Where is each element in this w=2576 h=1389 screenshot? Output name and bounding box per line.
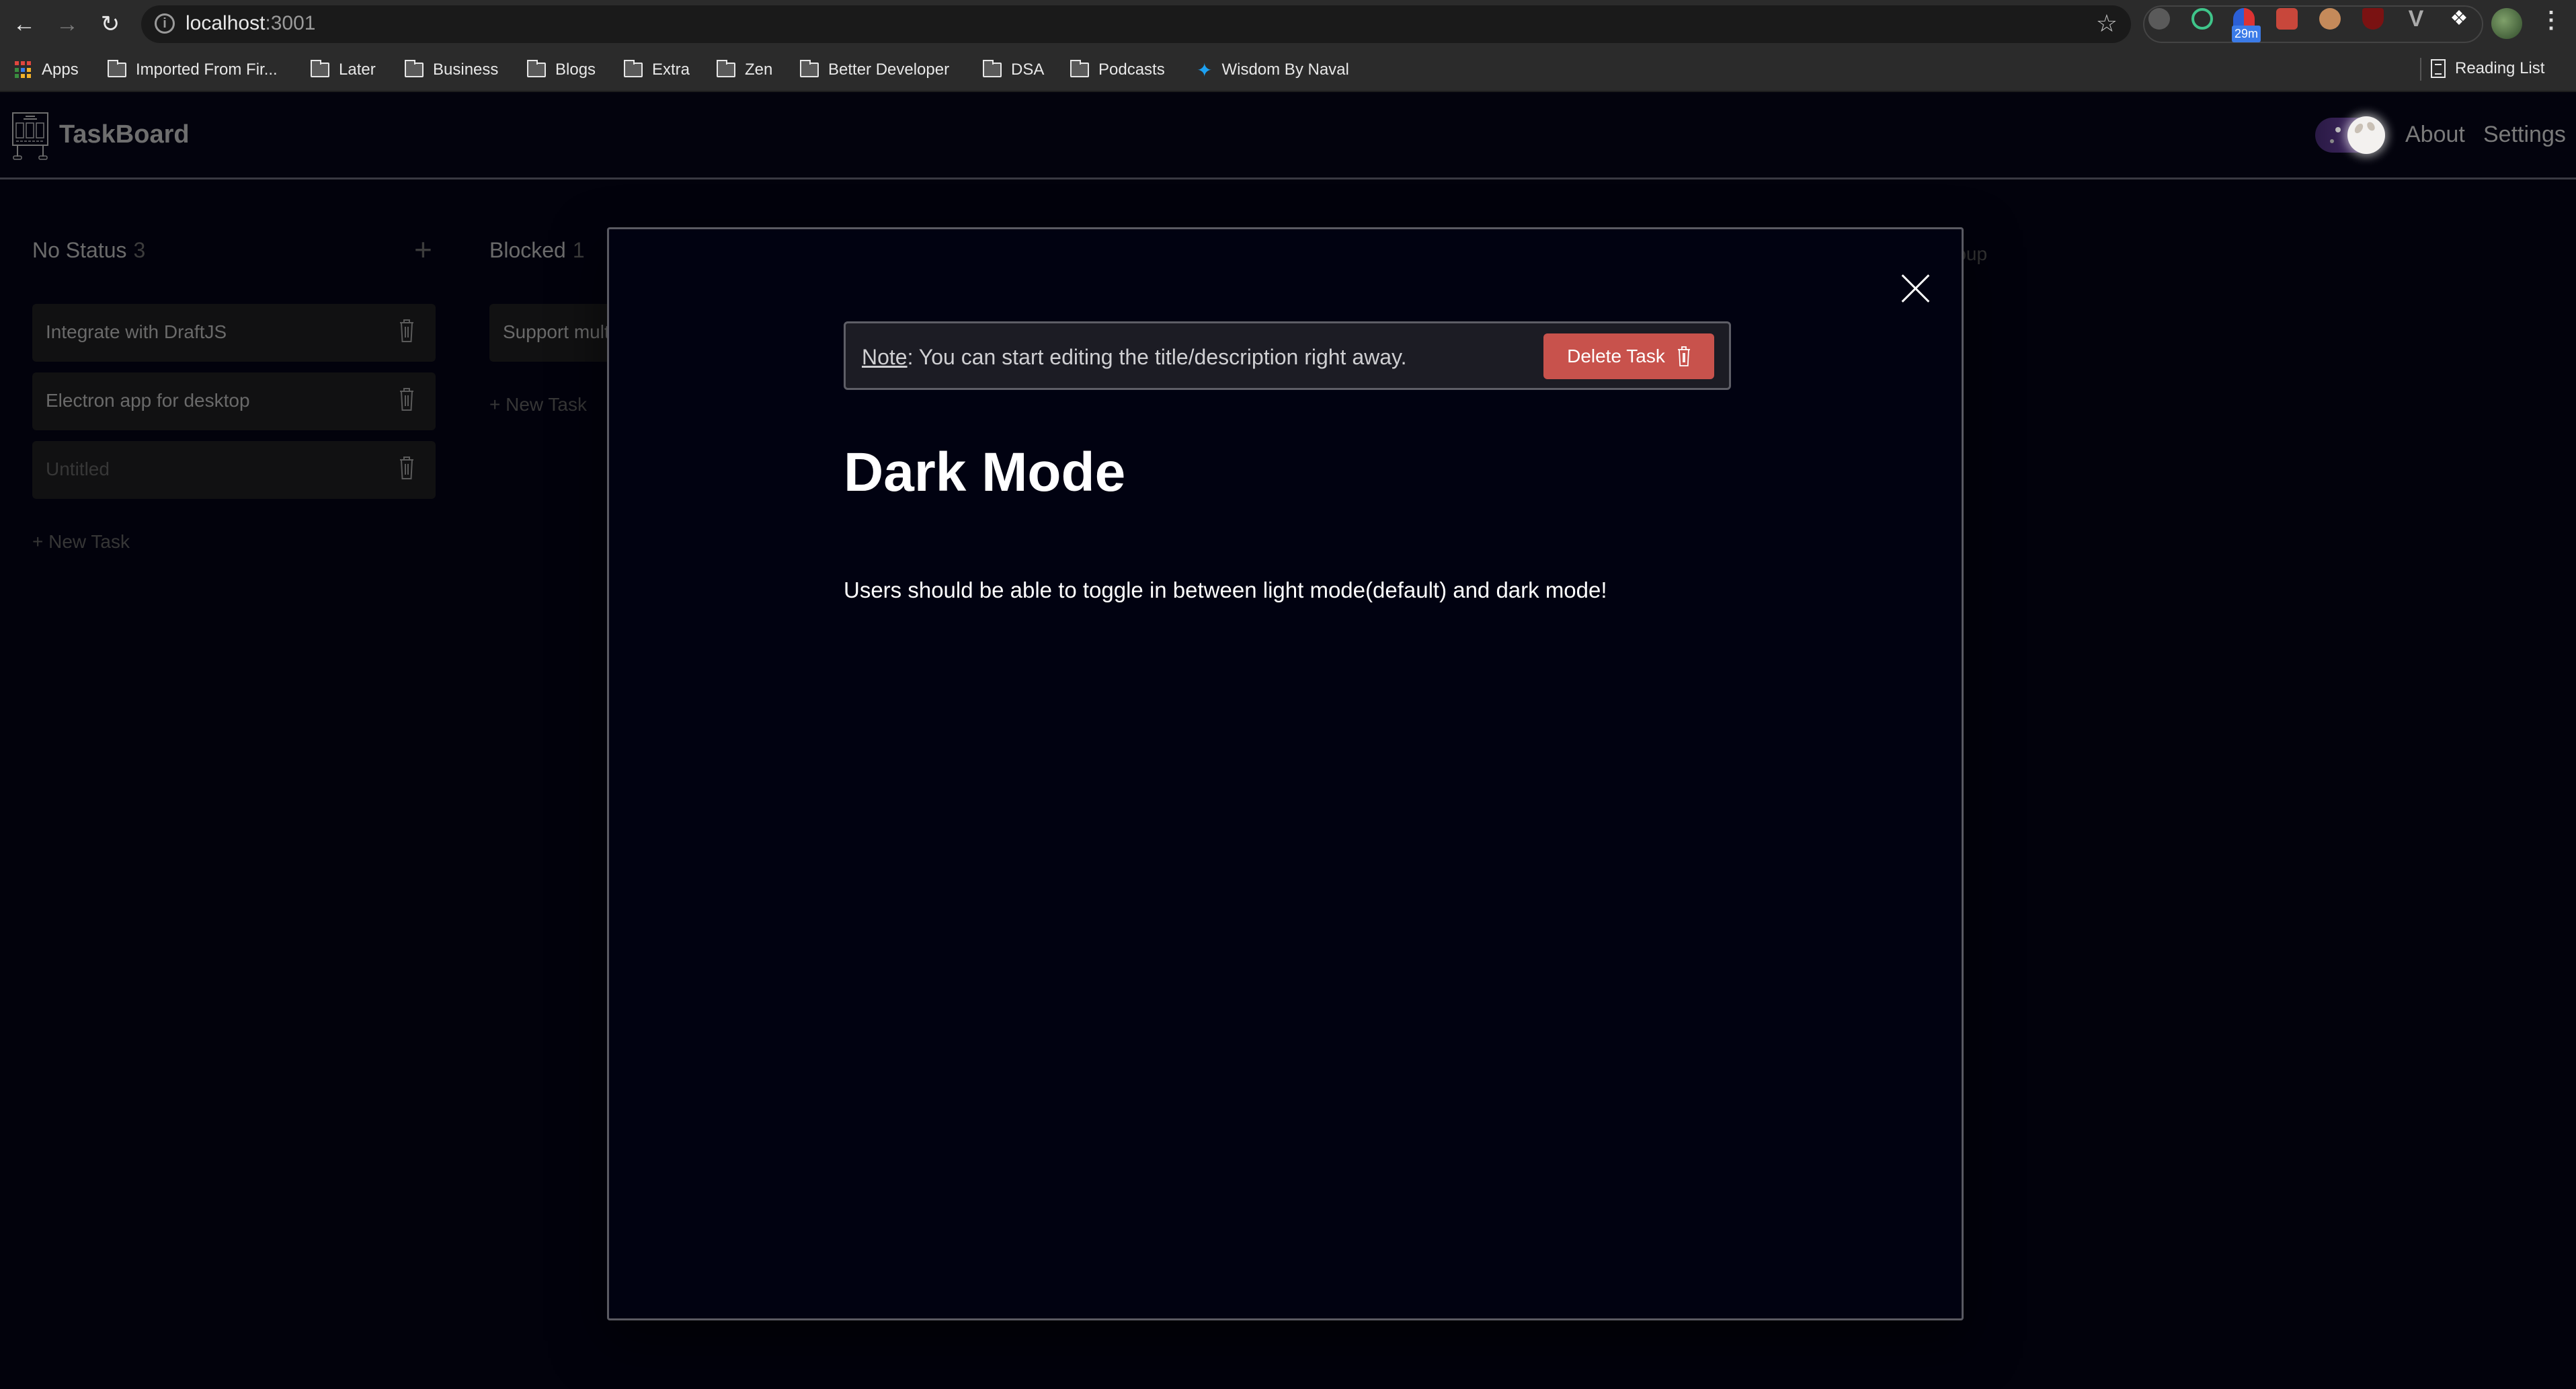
bookmarks-bar: Apps Imported From Fir... Later Business… xyxy=(0,47,2576,92)
bookmark-later[interactable]: Later xyxy=(311,59,376,81)
column-count: 1 xyxy=(572,238,585,262)
bookmark-imported[interactable]: Imported From Fir... xyxy=(108,59,278,81)
delete-task-button[interactable]: Delete Task xyxy=(1543,333,1714,379)
extensions-puzzle-icon[interactable]: ❖ xyxy=(2448,8,2470,30)
new-task-button[interactable]: + New Task xyxy=(489,394,587,415)
task-modal: Note: You can start editing the title/de… xyxy=(607,227,1964,1320)
task-title[interactable]: Dark Mode xyxy=(844,441,1125,504)
folder-icon xyxy=(1070,60,1089,77)
about-link[interactable]: About xyxy=(2405,122,2465,148)
note-text: : You can start editing the title/descri… xyxy=(907,345,1407,369)
folder-icon xyxy=(405,60,424,77)
bookmark-extra[interactable]: Extra xyxy=(624,59,690,81)
moon-icon xyxy=(2347,116,2385,154)
reload-button[interactable]: ↻ xyxy=(95,9,125,39)
brand-title[interactable]: TaskBoard xyxy=(59,120,190,149)
folder-icon xyxy=(108,60,126,77)
note-banner: Note: You can start editing the title/de… xyxy=(844,321,1731,390)
back-button[interactable]: ← xyxy=(9,9,39,39)
extension-face-icon[interactable] xyxy=(2319,8,2341,30)
task-card[interactable]: Integrate with DraftJS xyxy=(32,304,436,362)
bookmark-podcasts[interactable]: Podcasts xyxy=(1070,59,1165,81)
bookmark-better-developer[interactable]: Better Developer xyxy=(800,59,949,81)
bookmark-business[interactable]: Business xyxy=(405,59,498,81)
folder-icon xyxy=(717,60,735,77)
bookmark-star-icon[interactable]: ☆ xyxy=(2096,9,2118,38)
bookmark-apps[interactable]: Apps xyxy=(15,59,79,81)
folder-icon xyxy=(624,60,643,77)
reading-list-button[interactable]: Reading List xyxy=(2431,59,2544,78)
folder-icon xyxy=(983,60,1002,77)
trash-icon[interactable] xyxy=(399,387,415,411)
forward-button[interactable]: → xyxy=(52,9,82,39)
bookmark-blogs[interactable]: Blogs xyxy=(527,59,596,81)
reading-list-icon xyxy=(2431,59,2446,78)
trash-icon[interactable] xyxy=(399,456,415,480)
apps-grid-icon xyxy=(15,61,32,79)
profile-avatar[interactable] xyxy=(2491,8,2522,39)
bookmark-dsa[interactable]: DSA xyxy=(983,59,1044,81)
add-task-plus-button[interactable]: + xyxy=(414,234,432,265)
trash-icon[interactable] xyxy=(399,319,415,343)
settings-link[interactable]: Settings xyxy=(2483,122,2566,148)
bookmarks-divider xyxy=(2420,58,2421,81)
theme-toggle[interactable] xyxy=(2315,116,2385,154)
ublock-icon[interactable] xyxy=(2362,8,2384,30)
folder-icon xyxy=(527,60,546,77)
taskboard-logo-icon xyxy=(12,112,48,160)
note-label: Note xyxy=(862,345,908,369)
browser-toolbar: ← → ↻ i localhost:3001 ☆ 29m V ❖ ⋮ xyxy=(0,0,2576,47)
extension-react-icon[interactable] xyxy=(2276,8,2298,30)
url-text: localhost:3001 xyxy=(186,12,316,34)
folder-icon xyxy=(800,60,819,77)
twitter-bird-icon: ✦ xyxy=(1197,59,1213,81)
star-icon xyxy=(2330,139,2334,143)
bookmark-wisdom-by-naval[interactable]: ✦ Wisdom By Naval xyxy=(1197,59,1349,81)
site-info-icon[interactable]: i xyxy=(155,13,175,34)
trash-icon xyxy=(1677,346,1690,366)
task-card[interactable]: Electron app for desktop xyxy=(32,372,436,430)
column-count: 3 xyxy=(133,238,146,262)
app-header: TaskBoard About Settings xyxy=(0,92,2576,180)
close-icon[interactable] xyxy=(1901,274,1931,303)
column-header: Blocked 1 xyxy=(489,238,585,262)
bookmark-zen[interactable]: Zen xyxy=(717,59,772,81)
extension-target-icon[interactable] xyxy=(2191,8,2213,30)
extension-gear-icon[interactable] xyxy=(2148,8,2170,30)
column-header: No Status 3 xyxy=(32,238,146,262)
extension-badge: 29m xyxy=(2232,26,2261,42)
address-bar[interactable]: i localhost:3001 ☆ xyxy=(141,5,2131,43)
task-description[interactable]: Users should be able to toggle in betwee… xyxy=(844,578,1607,603)
task-card[interactable]: Untitled xyxy=(32,441,436,499)
star-icon xyxy=(2335,127,2341,132)
folder-icon xyxy=(311,60,329,77)
new-task-button[interactable]: + New Task xyxy=(32,531,130,553)
extension-v-icon[interactable]: V xyxy=(2405,7,2427,30)
chrome-menu-icon[interactable]: ⋮ xyxy=(2540,7,2563,34)
